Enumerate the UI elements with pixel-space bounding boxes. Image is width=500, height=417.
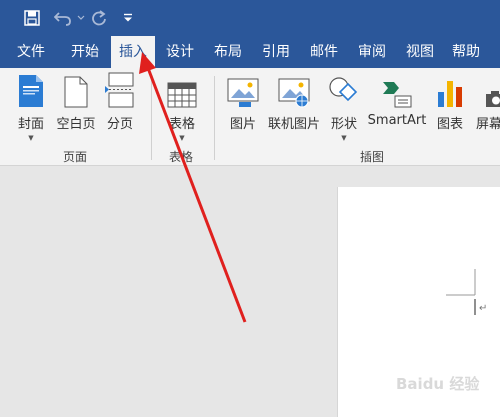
red-arrow-annotation <box>139 52 247 323</box>
